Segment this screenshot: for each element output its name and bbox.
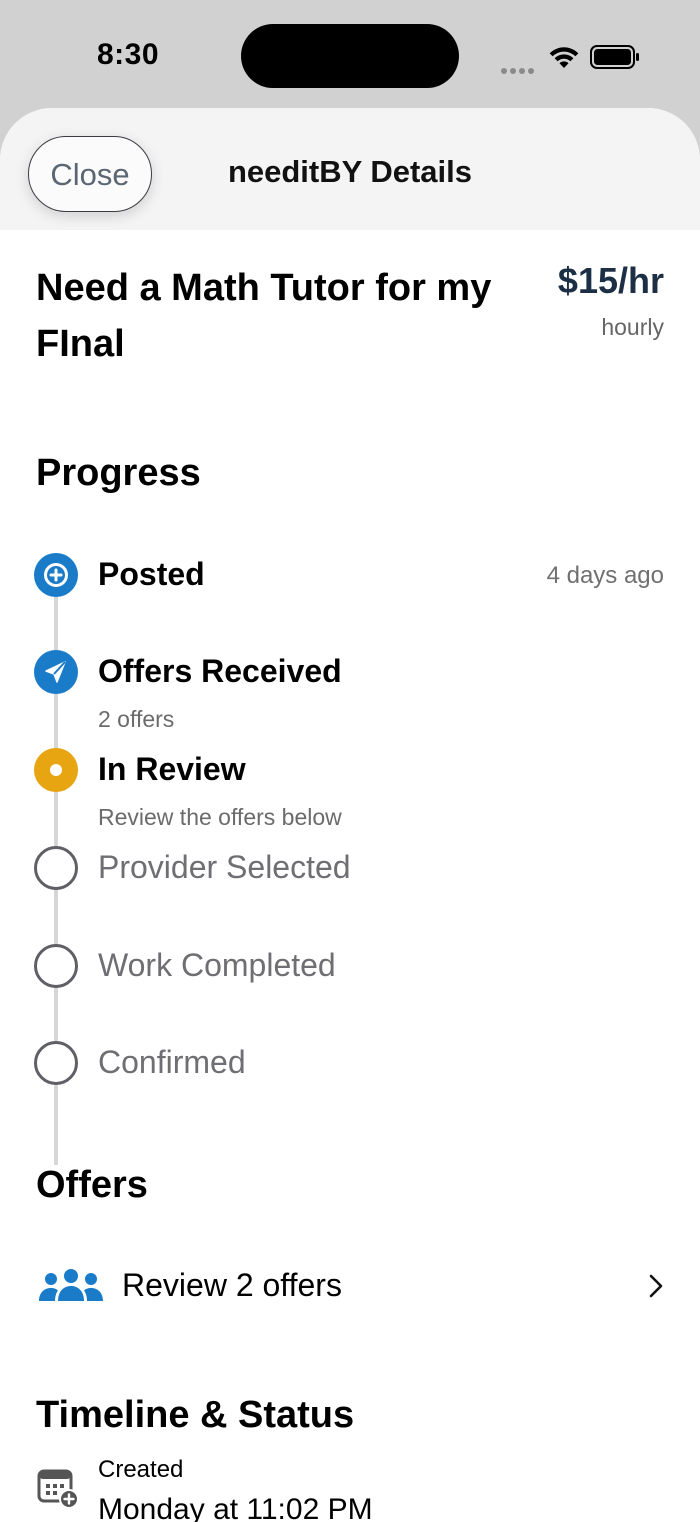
step-sub-in-review: Review the offers below	[98, 804, 342, 830]
battery-icon	[590, 45, 639, 69]
app-screen: 8:30 Close needitBY Details Need a Math …	[0, 0, 700, 1522]
offers-heading: Offers	[36, 1164, 148, 1206]
in-review-dot-icon	[34, 748, 78, 792]
empty-circle-icon	[34, 1041, 78, 1085]
cellular-signal-icon	[501, 61, 537, 74]
step-time-posted: 4 days ago	[546, 562, 664, 589]
calendar-icon	[37, 1469, 79, 1509]
step-label-offers-received: Offers Received	[98, 653, 342, 689]
step-label-posted: Posted	[98, 556, 205, 592]
empty-circle-icon	[34, 944, 78, 988]
job-title: Need a Math Tutor for my FInal	[36, 267, 492, 365]
progress-heading: Progress	[36, 452, 201, 494]
people-icon	[39, 1269, 103, 1301]
paper-plane-icon	[34, 650, 78, 694]
job-price: $15/hr	[557, 260, 664, 301]
wifi-icon	[549, 47, 579, 68]
step-label-in-review: In Review	[98, 751, 246, 787]
plus-circle-icon	[34, 553, 78, 597]
step-label-confirmed: Confirmed	[98, 1044, 246, 1080]
status-bar: 8:30	[0, 0, 700, 110]
step-sub-offers-received: 2 offers	[98, 706, 175, 732]
review-offers-label: Review 2 offers	[122, 1267, 342, 1303]
status-time: 8:30	[97, 38, 160, 71]
details-sheet: Close needitBY Details Need a Math Tutor…	[0, 108, 700, 1522]
sheet-title: needitBY Details	[227, 154, 473, 189]
created-label: Created	[98, 1456, 184, 1483]
step-label-work-completed: Work Completed	[98, 947, 336, 983]
job-price-unit: hourly	[601, 314, 664, 340]
dynamic-island	[241, 24, 459, 88]
timeline-heading: Timeline & Status	[36, 1394, 355, 1436]
sheet-header: Close needitBY Details	[0, 108, 700, 230]
chevron-right-icon	[649, 1274, 663, 1298]
step-label-provider-selected: Provider Selected	[98, 849, 351, 885]
empty-circle-icon	[34, 846, 78, 890]
review-offers-row[interactable]: Review 2 offers	[0, 1251, 700, 1321]
created-value: Monday at 11:02 PM	[98, 1493, 373, 1522]
